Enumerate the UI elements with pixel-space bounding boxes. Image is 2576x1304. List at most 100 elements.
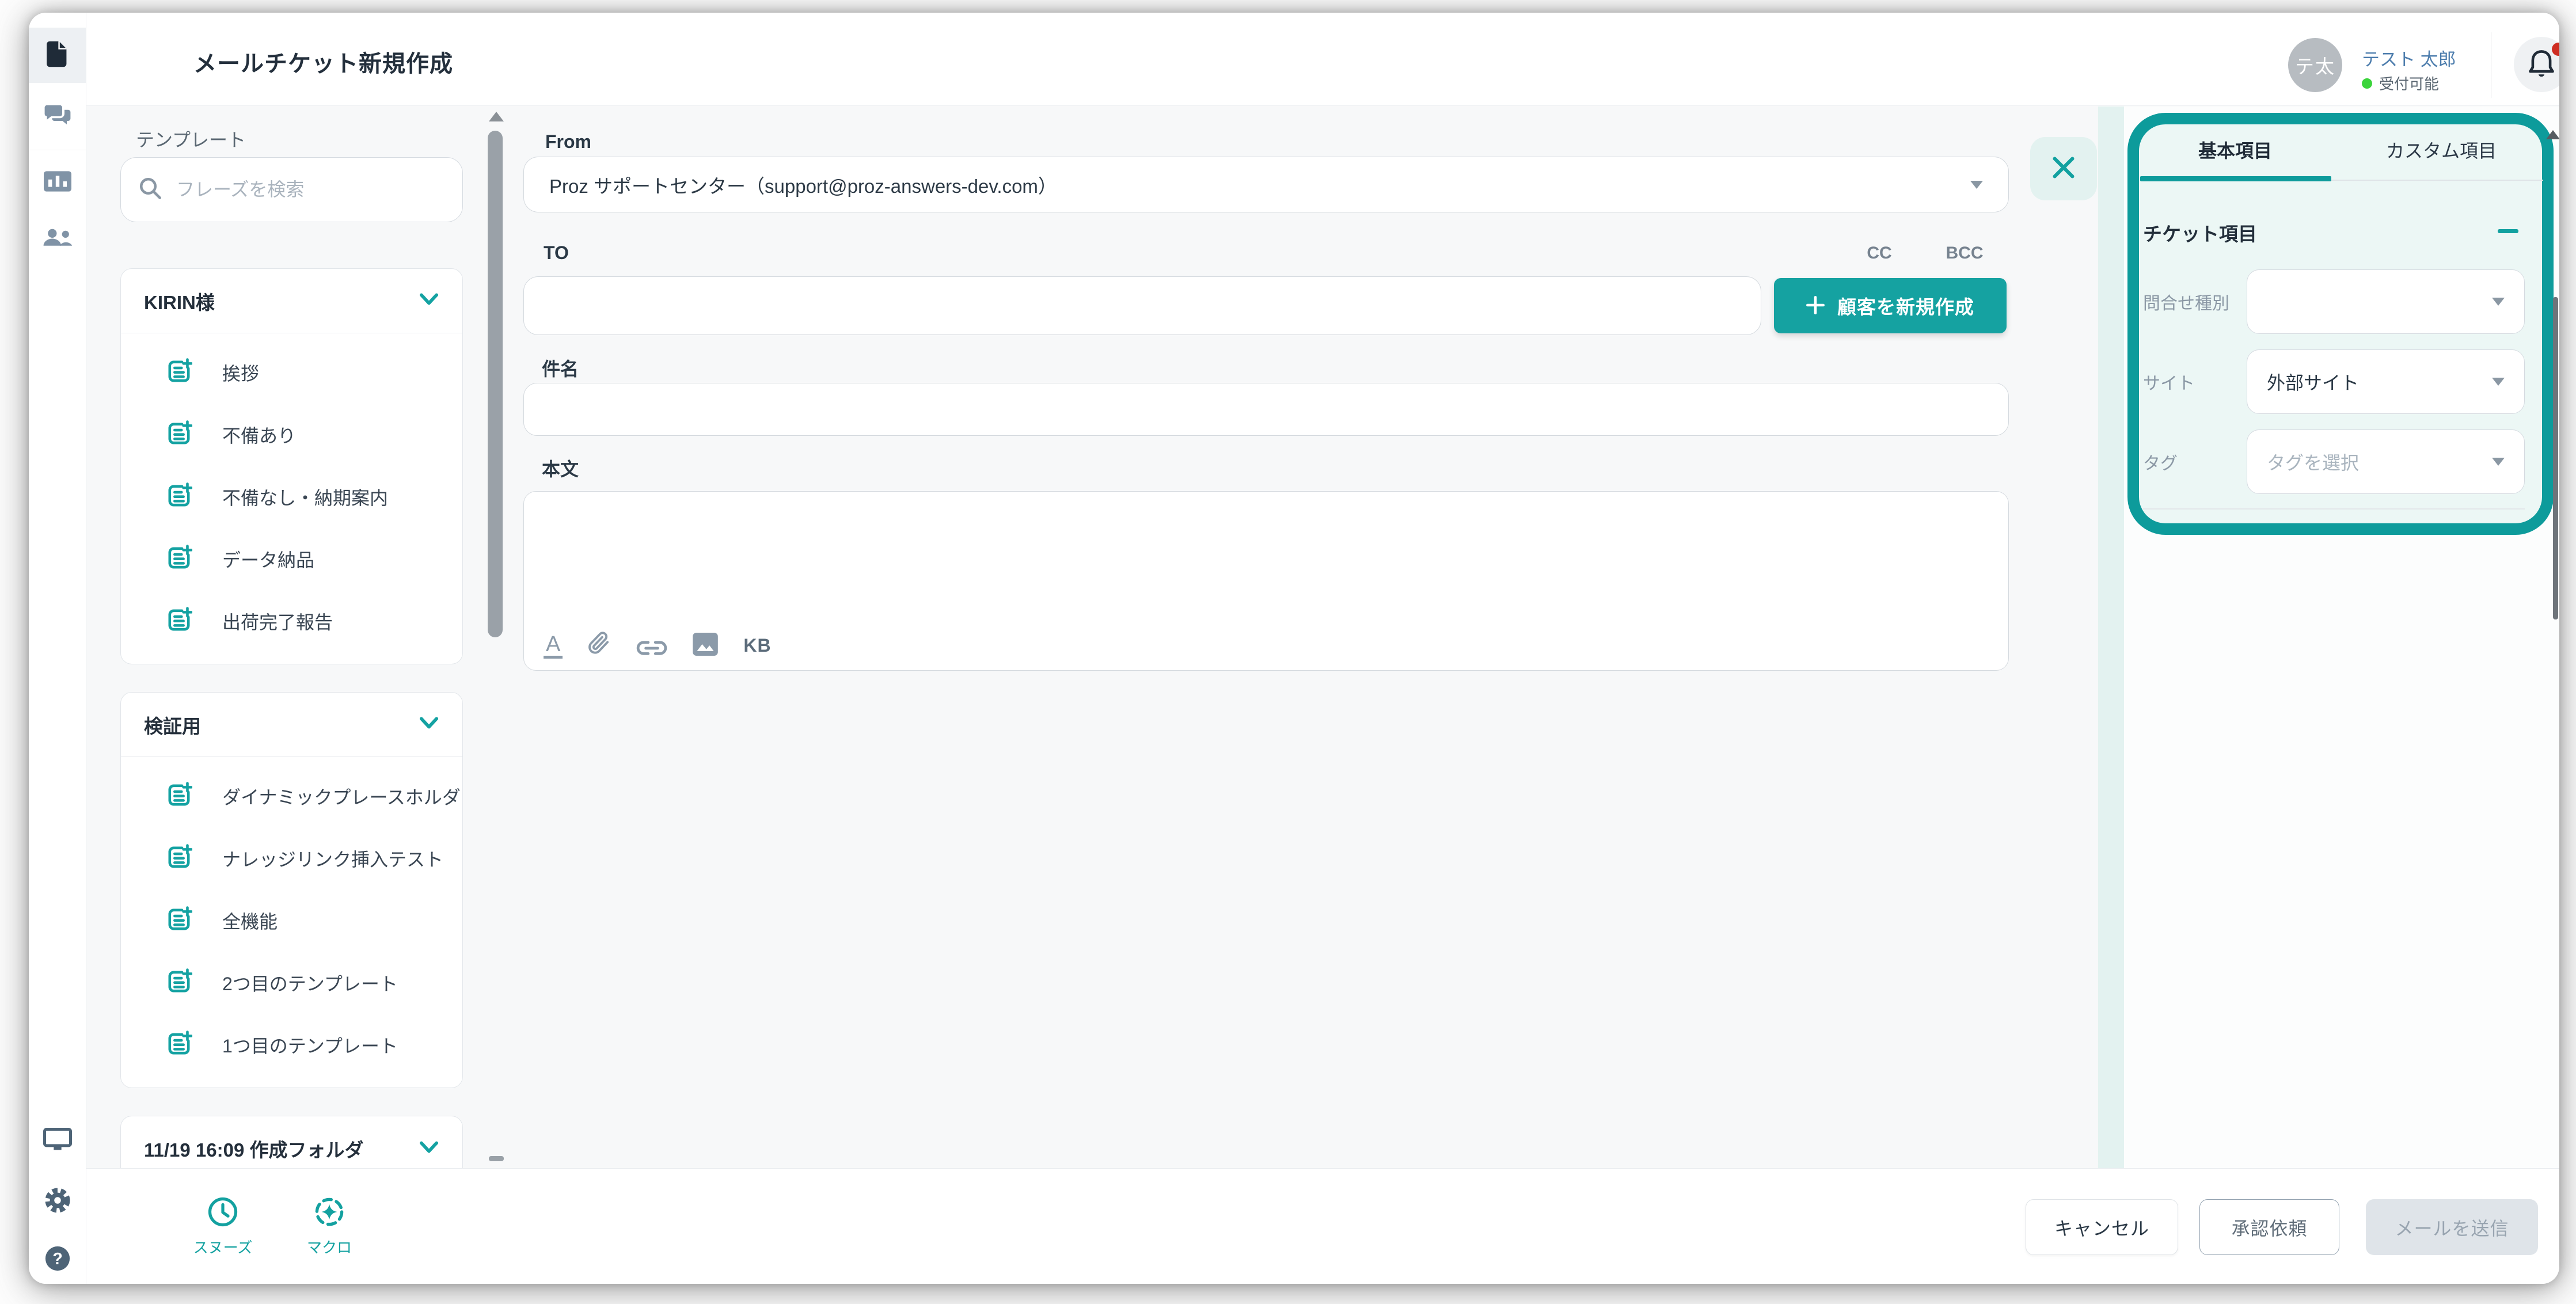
body-editor: A KB <box>523 491 2009 671</box>
create-customer-button[interactable]: 顧客を新規作成 <box>1774 278 2007 333</box>
ticket-field-value: 外部サイト <box>2267 368 2492 395</box>
from-label: From <box>545 131 591 153</box>
search-input[interactable] <box>176 179 445 200</box>
ticket-field-select[interactable]: タグを選択 <box>2247 429 2525 494</box>
subject-input[interactable] <box>523 383 2009 436</box>
to-label: TO <box>544 242 569 264</box>
template-item[interactable]: 不備あり <box>121 404 462 466</box>
send-mail-button[interactable]: メールを送信 <box>2366 1199 2538 1255</box>
chevron-down-icon <box>419 717 439 732</box>
notifications-button[interactable] <box>2514 37 2559 92</box>
template-add-icon <box>166 1031 192 1060</box>
create-customer-label: 顧客を新規作成 <box>1837 292 1974 320</box>
template-scroll-down-arrow[interactable] <box>489 1156 504 1161</box>
template-item[interactable]: データ納品 <box>121 528 462 590</box>
format-text-button[interactable]: A <box>544 633 563 659</box>
approval-request-button[interactable]: 承認依頼 <box>2199 1199 2339 1255</box>
cc-toggle[interactable]: CC <box>1857 244 1901 263</box>
body-toolbar: A KB <box>544 630 772 659</box>
sidebar-item-help[interactable]: ? <box>29 1244 86 1276</box>
template-group-card: KIRIN様 挨拶 <box>120 268 463 664</box>
template-group-title: 検証用 <box>144 711 419 739</box>
knowledge-base-button[interactable]: KB <box>743 635 771 659</box>
template-group-card: 11/19 16:09 作成フォルダ <box>120 1116 463 1168</box>
caret-down-icon <box>1970 181 1983 189</box>
template-item[interactable]: ダイナミックプレースホルダ <box>121 765 462 827</box>
template-add-icon <box>166 482 192 512</box>
panel-edge-strip <box>2098 107 2124 1168</box>
bcc-toggle[interactable]: BCC <box>1935 244 1994 263</box>
cancel-button[interactable]: キャンセル <box>2026 1199 2178 1255</box>
template-group-header[interactable]: 11/19 16:09 作成フォルダ <box>121 1116 462 1168</box>
template-item-label: 2つ目のテンプレート <box>222 970 398 996</box>
template-scroll-up-arrow[interactable] <box>489 112 504 121</box>
page-scrollbar[interactable] <box>2553 297 2558 619</box>
collapse-section-button[interactable] <box>2498 229 2518 233</box>
sidebar-item-reports[interactable] <box>29 166 86 199</box>
sidebar-item-monitor[interactable] <box>29 1124 86 1157</box>
user-name[interactable]: テスト 太郎 <box>2362 45 2456 71</box>
template-group-header[interactable]: KIRIN様 <box>121 269 462 333</box>
template-item[interactable]: 全機能 <box>121 889 462 952</box>
template-item[interactable]: 不備なし・納期案内 <box>121 466 462 528</box>
template-item-label: 1つ目のテンプレート <box>222 1032 398 1058</box>
from-select[interactable]: Proz サポートセンター（support@proz-answers-dev.c… <box>523 157 2009 212</box>
sidebar-item-settings[interactable] <box>29 1185 86 1218</box>
template-item[interactable]: 1つ目のテンプレート <box>121 1014 462 1076</box>
template-item-label: 不備あり <box>222 421 296 448</box>
sidebar-item-tickets[interactable] <box>29 39 86 71</box>
ticket-field-select[interactable]: 外部サイト <box>2247 349 2525 414</box>
monitor-icon <box>43 1128 72 1154</box>
status-dot <box>2362 78 2372 89</box>
from-value: Proz サポートセンター（support@proz-answers-dev.c… <box>549 171 1970 199</box>
page-title: メールチケット新規作成 <box>193 45 453 78</box>
format-a-icon: A <box>544 633 563 659</box>
footer: スヌーズ マクロ キャンセル 承認依頼 メールを送信 <box>86 1168 2559 1284</box>
templates-label: テンプレート <box>136 126 246 152</box>
ticket-fields: 問合せ種別 サイト 外部サイト タグ タグを選択 <box>2143 269 2525 510</box>
screen: ? メールチケット新規作成 テ太 テスト 太郎 受付可能 <box>0 0 2576 1304</box>
template-scrollbar[interactable] <box>488 131 503 637</box>
page-scroll-up-arrow[interactable] <box>2546 130 2559 139</box>
insert-link-button[interactable] <box>636 641 667 659</box>
attach-file-button[interactable] <box>588 630 611 659</box>
gear-icon <box>44 1187 71 1216</box>
template-add-icon <box>166 844 192 873</box>
tab-custom-fields[interactable]: カスタム項目 <box>2355 136 2528 163</box>
template-add-icon <box>166 968 192 998</box>
snooze-button[interactable]: スヌーズ <box>188 1196 257 1257</box>
macro-icon <box>314 1196 345 1230</box>
template-item[interactable]: 挨拶 <box>121 341 462 404</box>
template-item[interactable]: ナレッジリンク挿入テスト <box>121 827 462 889</box>
caret-down-icon <box>2492 458 2505 466</box>
template-group-header[interactable]: 検証用 <box>121 693 462 757</box>
sidebar-item-chat[interactable] <box>29 101 86 134</box>
app-window: ? メールチケット新規作成 テ太 テスト 太郎 受付可能 <box>29 13 2559 1284</box>
insert-image-button[interactable] <box>693 633 718 659</box>
clock-icon <box>207 1196 238 1230</box>
paperclip-icon <box>588 630 611 659</box>
template-item-label: 挨拶 <box>222 359 259 386</box>
help-icon: ? <box>44 1245 71 1275</box>
template-item-label: データ納品 <box>222 546 314 572</box>
ticket-field-select[interactable] <box>2247 269 2525 334</box>
template-add-icon <box>166 607 192 636</box>
template-item[interactable]: 出荷完了報告 <box>121 590 462 652</box>
avatar[interactable]: テ太 <box>2288 38 2342 92</box>
to-input[interactable] <box>523 276 1761 335</box>
template-group-title: KIRIN様 <box>144 287 419 315</box>
chevron-down-icon <box>419 293 439 309</box>
template-group-card: 検証用 ダイナミックプレースホルダ <box>120 692 463 1088</box>
macro-button[interactable]: マクロ <box>295 1196 364 1257</box>
close-panel-button[interactable] <box>2030 137 2097 200</box>
template-item[interactable]: 2つ目のテンプレート <box>121 952 462 1014</box>
user-status: 受付可能 <box>2362 73 2439 94</box>
ticket-field-label: タグ <box>2143 449 2247 474</box>
search-icon <box>138 176 162 203</box>
tab-basic-fields[interactable]: 基本項目 <box>2139 136 2331 163</box>
status-text: 受付可能 <box>2379 73 2439 94</box>
people-icon <box>43 228 73 250</box>
sidebar-item-customers[interactable] <box>29 223 86 255</box>
body-textarea[interactable] <box>538 502 1994 618</box>
template-group-items: ダイナミックプレースホルダ ナレッジリンク挿入テスト <box>121 757 462 1088</box>
